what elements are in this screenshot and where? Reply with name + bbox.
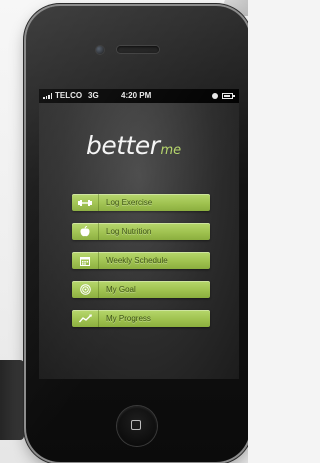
progress-chart-icon — [72, 310, 99, 327]
app-logo: betterme — [86, 131, 181, 160]
logo-sub-text: me — [160, 143, 182, 158]
home-button[interactable] — [117, 406, 157, 446]
target-icon — [72, 281, 99, 298]
log-nutrition-label: Log Nutrition — [106, 227, 152, 236]
background-device — [0, 360, 24, 440]
main-menu: Log Exercise Log Nutrition Weekly Schedu… — [72, 194, 210, 339]
my-goal-button[interactable]: My Goal — [72, 281, 210, 298]
front-camera — [96, 46, 104, 54]
weekly-schedule-button[interactable]: Weekly Schedule — [72, 252, 210, 269]
phone: TELCO 3G 4:20 PM betterme Log Exercise L… — [26, 6, 248, 462]
my-progress-label: My Progress — [106, 314, 151, 323]
battery-icon — [222, 93, 235, 99]
lock-icon — [212, 93, 218, 99]
apple-icon — [72, 223, 99, 240]
carrier-name: TELCO — [55, 91, 83, 100]
status-bar: TELCO 3G 4:20 PM — [39, 89, 239, 103]
log-exercise-label: Log Exercise — [106, 198, 153, 207]
dumbbell-icon — [72, 194, 99, 211]
stage: TELCO 3G 4:20 PM betterme Log Exercise L… — [0, 0, 248, 463]
log-exercise-button[interactable]: Log Exercise — [72, 194, 210, 211]
home-square-icon — [131, 420, 141, 430]
network-type: 3G — [88, 91, 99, 100]
battery-fill — [224, 95, 230, 97]
phone-screen: TELCO 3G 4:20 PM betterme Log Exercise L… — [39, 89, 239, 379]
log-nutrition-button[interactable]: Log Nutrition — [72, 223, 210, 240]
my-progress-button[interactable]: My Progress — [72, 310, 210, 327]
calendar-icon — [72, 252, 99, 269]
weekly-schedule-label: Weekly Schedule — [106, 256, 168, 265]
earpiece-speaker — [117, 46, 159, 53]
logo-main-text: better — [86, 131, 160, 160]
my-goal-label: My Goal — [106, 285, 136, 294]
signal-bars-icon — [43, 93, 53, 99]
status-time: 4:20 PM — [121, 91, 152, 100]
